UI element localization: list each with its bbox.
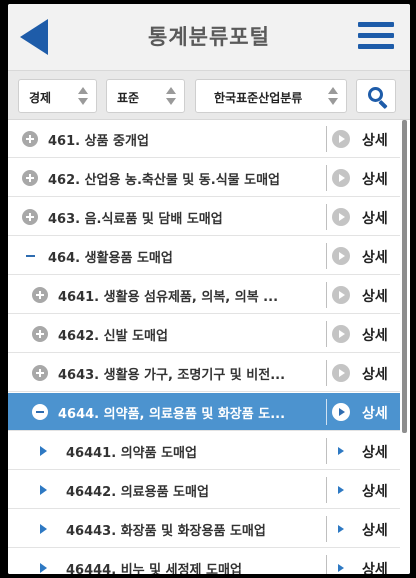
classification-select[interactable]: 한국표준산업분류	[195, 79, 347, 113]
list-item-label: 4644. 의약품, 의료용품 및 화장품 도...	[58, 407, 286, 422]
leaf-arrow-icon	[40, 485, 47, 495]
list-item[interactable]: 46443. 화장품 및 화장용품 도매업 상세	[8, 510, 400, 548]
standard-select[interactable]: 표준	[106, 79, 185, 113]
divider	[326, 399, 327, 425]
app-header: 통계분류포털	[8, 4, 410, 66]
list-item-label: 4643. 생활용 가구, 조명기구 및 비전...	[58, 368, 286, 383]
list-item[interactable]: 463. 음.식료품 및 담배 도매업 상세	[8, 198, 400, 236]
select-arrows-icon	[78, 87, 88, 105]
detail-arrow-icon[interactable]	[332, 286, 350, 304]
detail-link[interactable]: 상세	[362, 286, 388, 306]
list-item-label: 461. 상품 중개업	[48, 134, 149, 149]
divider	[326, 360, 327, 386]
divider	[326, 243, 327, 269]
expand-plus-icon[interactable]	[22, 209, 38, 225]
list-item-label: 46444. 비누 및 세정제 도매업	[66, 563, 242, 574]
detail-arrow-icon[interactable]	[332, 208, 350, 226]
hamburger-menu-icon[interactable]	[358, 22, 394, 50]
list-item[interactable]: 46441. 의약품 도매업 상세	[8, 432, 400, 470]
divider	[326, 438, 327, 464]
detail-arrow-icon[interactable]	[332, 130, 350, 148]
detail-arrow-icon[interactable]	[332, 247, 350, 265]
list-item-label: 4641. 생활용 섬유제품, 의복, 의복 ...	[58, 290, 279, 305]
list-item-label: 463. 음.식료품 및 담배 도매업	[48, 212, 223, 227]
list-item-label: 4642. 신발 도매업	[58, 329, 168, 344]
expand-plus-icon[interactable]	[22, 170, 38, 186]
divider	[326, 282, 327, 308]
list-item-label: 462. 산업용 농.축산물 및 동.식물 도매업	[48, 173, 281, 188]
category-select-value: 경제	[29, 91, 52, 105]
collapse-minus-icon[interactable]	[32, 404, 48, 420]
list-item[interactable]: 4641. 생활용 섬유제품, 의복, 의복 ... 상세	[8, 276, 400, 314]
divider	[326, 321, 327, 347]
standard-select-value: 표준	[117, 91, 140, 105]
list-item[interactable]: 464. 생활용품 도매업 상세	[8, 237, 400, 275]
divider	[326, 477, 327, 503]
expand-plus-icon[interactable]	[32, 365, 48, 381]
detail-link[interactable]: 상세	[362, 208, 388, 228]
app-frame: 통계분류포털 경제 표준 한국표준산업분류 461. 상품 중개업 상세 462. …	[8, 4, 410, 574]
classification-select-value: 한국표준산업분류	[214, 91, 303, 105]
list-item-label: 46442. 의료용품 도매업	[66, 485, 209, 500]
detail-link[interactable]: 상세	[362, 403, 388, 423]
page-title: 통계분류포털	[148, 25, 270, 49]
divider	[326, 126, 327, 152]
leaf-arrow-icon	[40, 563, 47, 573]
detail-arrow-icon[interactable]	[332, 325, 350, 343]
leaf-arrow-icon	[40, 446, 47, 456]
scrollbar[interactable]	[402, 120, 407, 433]
list-item[interactable]: 46444. 비누 및 세정제 도매업 상세	[8, 549, 400, 574]
detail-link[interactable]: 상세	[362, 520, 388, 540]
divider	[326, 204, 327, 230]
expand-plus-icon[interactable]	[32, 287, 48, 303]
detail-link[interactable]: 상세	[362, 325, 388, 345]
detail-arrow-icon[interactable]	[338, 486, 344, 494]
list-item[interactable]: 461. 상품 중개업 상세	[8, 120, 400, 158]
divider	[326, 555, 327, 574]
list-item-label: 46441. 의약품 도매업	[66, 446, 197, 461]
category-select[interactable]: 경제	[18, 79, 97, 113]
classification-list: 461. 상품 중개업 상세 462. 산업용 농.축산물 및 동.식물 도매업 상세…	[8, 120, 410, 574]
detail-link[interactable]: 상세	[362, 481, 388, 501]
divider	[326, 516, 327, 542]
list-item[interactable]: 4644. 의약품, 의료용품 및 화장품 도... 상세	[8, 393, 400, 431]
detail-arrow-icon[interactable]	[332, 364, 350, 382]
select-arrows-icon	[166, 87, 176, 105]
divider	[326, 165, 327, 191]
list-item[interactable]: 4643. 생활용 가구, 조명기구 및 비전... 상세	[8, 354, 400, 392]
list-item-label: 46443. 화장품 및 화장용품 도매업	[66, 524, 266, 539]
detail-arrow-icon[interactable]	[332, 169, 350, 187]
detail-arrow-icon[interactable]	[338, 525, 344, 533]
list-item-label: 464. 생활용품 도매업	[48, 251, 173, 266]
detail-link[interactable]: 상세	[362, 130, 388, 150]
detail-link[interactable]: 상세	[362, 169, 388, 189]
select-arrows-icon	[328, 87, 338, 105]
detail-link[interactable]: 상세	[362, 442, 388, 462]
filter-bar: 경제 표준 한국표준산업분류	[8, 70, 410, 120]
detail-arrow-icon[interactable]	[338, 447, 344, 455]
detail-arrow-icon[interactable]	[338, 564, 344, 572]
collapse-minus-icon[interactable]	[22, 248, 38, 264]
detail-link[interactable]: 상세	[362, 364, 388, 384]
list-item[interactable]: 46442. 의료용품 도매업 상세	[8, 471, 400, 509]
detail-link[interactable]: 상세	[362, 247, 388, 267]
list-item[interactable]: 4642. 신발 도매업 상세	[8, 315, 400, 353]
detail-arrow-icon[interactable]	[332, 403, 350, 421]
expand-plus-icon[interactable]	[22, 131, 38, 147]
search-button[interactable]	[356, 79, 396, 113]
expand-plus-icon[interactable]	[32, 326, 48, 342]
list-item[interactable]: 462. 산업용 농.축산물 및 동.식물 도매업 상세	[8, 159, 400, 197]
leaf-arrow-icon	[40, 524, 47, 534]
detail-link[interactable]: 상세	[362, 559, 388, 574]
